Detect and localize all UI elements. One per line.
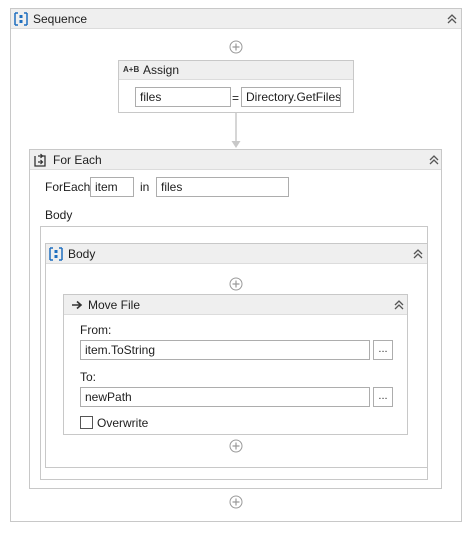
assign-header[interactable]: A+B Assign: [119, 61, 353, 80]
foreach-collection-input[interactable]: files: [156, 177, 289, 197]
sequence-icon: [49, 247, 63, 261]
movefile-header[interactable]: Move File: [64, 295, 407, 315]
connector-arrow: [231, 113, 241, 148]
movefile-to-label: To:: [80, 370, 97, 384]
movefile-activity[interactable]: Move File From: item.ToString ... To: ne…: [63, 294, 408, 435]
sequence-header[interactable]: Sequence: [11, 9, 461, 29]
movefile-from-input[interactable]: item.ToString: [80, 340, 370, 360]
movefile-to-input[interactable]: newPath: [80, 387, 370, 407]
double-chevron-up-icon[interactable]: [427, 153, 441, 167]
foreach-title: For Each: [53, 153, 102, 167]
sequence-icon: [14, 12, 28, 26]
foreach-icon: [33, 153, 47, 167]
movefile-title: Move File: [88, 298, 141, 312]
body-title: Body: [68, 247, 96, 261]
movefile-from-label: From:: [80, 323, 112, 337]
plus-circle-icon[interactable]: [229, 40, 243, 54]
foreach-body-label: Body: [45, 208, 73, 222]
double-chevron-up-icon[interactable]: [392, 298, 406, 312]
movefile-to-browse-button[interactable]: ...: [373, 387, 393, 407]
sequence-title: Sequence: [33, 12, 88, 26]
foreach-header[interactable]: For Each: [30, 150, 441, 170]
overwrite-checkbox[interactable]: [80, 416, 93, 429]
plus-circle-icon[interactable]: [229, 439, 243, 453]
overwrite-label: Overwrite: [97, 416, 149, 430]
double-chevron-up-icon[interactable]: [411, 247, 425, 261]
movefile-from-browse-button[interactable]: ...: [373, 340, 393, 360]
assign-to-input[interactable]: files: [135, 87, 231, 107]
foreach-in-label: in: [140, 180, 150, 194]
assign-activity[interactable]: A+B Assign files = Directory.GetFiles(t: [118, 60, 354, 113]
plus-circle-icon[interactable]: [229, 277, 243, 291]
assign-icon: A+B: [123, 65, 140, 74]
foreach-item-input[interactable]: item: [90, 177, 134, 197]
body-header[interactable]: Body: [46, 244, 427, 264]
assign-equals: =: [232, 91, 240, 105]
double-chevron-up-icon[interactable]: [445, 12, 459, 26]
foreach-label: ForEach: [45, 180, 91, 194]
assign-title: Assign: [143, 63, 180, 77]
move-arrow-icon: [70, 298, 84, 312]
plus-circle-icon[interactable]: [229, 495, 243, 509]
assign-value-input[interactable]: Directory.GetFiles(t: [241, 87, 341, 107]
